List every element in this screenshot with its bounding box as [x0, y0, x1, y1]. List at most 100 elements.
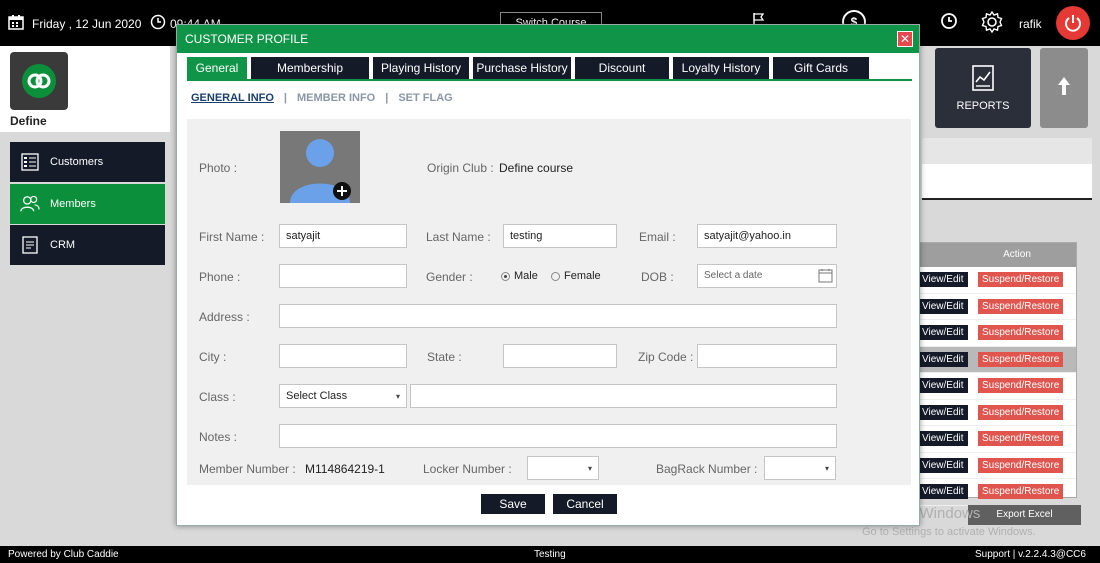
first-name-label: First Name : [199, 230, 265, 244]
suspend-restore-button[interactable]: Suspend/Restore [978, 325, 1064, 341]
arrow-up-icon [1056, 75, 1072, 102]
support-version-text[interactable]: Support | v.2.2.4.3@CC6 [975, 549, 1086, 560]
tab-discount[interactable]: Discount [575, 57, 669, 79]
dob-placeholder: Select a date [704, 270, 763, 281]
suspend-restore-button[interactable]: Suspend/Restore [978, 272, 1064, 288]
document-icon [20, 235, 40, 255]
notes-field[interactable] [279, 424, 837, 448]
gender-male-option[interactable]: Male [501, 270, 538, 282]
tab-purchase-history[interactable]: Purchase History [473, 57, 571, 79]
members-table: Action View/Edit Suspend/Restore View/Edi… [917, 242, 1077, 506]
subtab-member-info[interactable]: MEMBER INFO [297, 92, 375, 104]
sidebar-item-label: Members [50, 198, 96, 210]
profile-tabs: General Membership Playing History Purch… [187, 57, 869, 79]
table-row: View/Edit Suspend/Restore [918, 453, 1076, 479]
view-edit-button[interactable]: View/Edit [918, 457, 968, 473]
phone-field[interactable] [279, 264, 407, 288]
class-label: Class : [199, 390, 236, 404]
gender-label: Gender : [426, 270, 473, 284]
zip-code-field[interactable] [697, 344, 837, 368]
calendar-icon[interactable] [818, 268, 833, 292]
power-icon[interactable] [1056, 6, 1090, 40]
city-field[interactable] [279, 344, 407, 368]
address-field[interactable] [279, 304, 837, 328]
upload-button[interactable] [1040, 48, 1088, 128]
suspend-restore-button[interactable]: Suspend/Restore [978, 404, 1064, 420]
tab-membership[interactable]: Membership [251, 57, 369, 79]
save-button[interactable]: Save [481, 494, 545, 514]
view-edit-button[interactable]: View/Edit [918, 298, 968, 314]
origin-club-value: Define course [499, 161, 574, 175]
last-name-label: Last Name : [426, 230, 491, 244]
tab-loyalty-history[interactable]: Loyalty History [673, 57, 769, 79]
class-detail-field[interactable] [410, 384, 837, 408]
view-edit-button[interactable]: View/Edit [918, 325, 968, 341]
sidebar-item-crm[interactable]: CRM [10, 225, 165, 265]
suspend-restore-button[interactable]: Suspend/Restore [978, 484, 1064, 500]
last-name-field[interactable]: testing [503, 224, 617, 248]
photo-upload[interactable] [280, 131, 360, 203]
date-display: Friday , 12 Jun 2020 [8, 14, 141, 33]
username[interactable]: rafik [1019, 17, 1042, 31]
view-edit-button[interactable]: View/Edit [918, 351, 968, 367]
subtab-separator: | [283, 92, 287, 104]
city-label: City : [199, 350, 227, 364]
table-row: View/Edit Suspend/Restore [918, 294, 1076, 320]
customer-profile-dialog: CUSTOMER PROFILE ✕ General Membership Pl… [176, 24, 920, 526]
view-edit-button[interactable]: View/Edit [918, 484, 968, 500]
state-label: State : [427, 350, 462, 364]
powered-by-text: Powered by Club Caddie [8, 549, 119, 560]
history-icon[interactable] [940, 12, 958, 33]
view-edit-button[interactable]: View/Edit [918, 378, 968, 394]
gear-icon[interactable] [980, 10, 1004, 37]
close-icon[interactable]: ✕ [897, 31, 913, 47]
dob-field[interactable]: Select a date [697, 264, 837, 288]
origin-club-label: Origin Club : [427, 161, 494, 175]
cancel-button[interactable]: Cancel [553, 494, 617, 514]
users-icon [20, 194, 40, 214]
sub-tabs: GENERAL INFO | MEMBER INFO | SET FLAG [191, 92, 453, 104]
locker-number-select[interactable]: ▾ [527, 456, 599, 480]
define-logo-icon[interactable] [10, 52, 68, 110]
bagrack-number-label: BagRack Number : [656, 462, 758, 476]
gender-female-label: Female [564, 270, 601, 282]
tab-gift-cards[interactable]: Gift Cards [773, 57, 869, 79]
view-edit-button[interactable]: View/Edit [918, 431, 968, 447]
bagrack-number-select[interactable]: ▾ [764, 456, 836, 480]
gender-female-option[interactable]: Female [551, 270, 601, 282]
view-edit-button[interactable]: View/Edit [918, 272, 968, 288]
list-icon [20, 152, 40, 172]
email-label: Email : [639, 230, 676, 244]
suspend-restore-button[interactable]: Suspend/Restore [978, 431, 1064, 447]
suspend-restore-button[interactable]: Suspend/Restore [978, 351, 1064, 367]
background-panel [922, 164, 1092, 200]
sidebar-item-customers[interactable]: Customers [10, 142, 165, 182]
subtab-set-flag[interactable]: SET FLAG [398, 92, 452, 104]
first-name-field[interactable]: satyajit [279, 224, 407, 248]
view-edit-button[interactable]: View/Edit [918, 404, 968, 420]
email-field[interactable]: satyajit@yahoo.in [697, 224, 837, 248]
table-row: View/Edit Suspend/Restore [918, 267, 1076, 294]
sidebar-item-members[interactable]: Members [10, 184, 165, 224]
suspend-restore-button[interactable]: Suspend/Restore [978, 378, 1064, 394]
general-info-form: Photo : Origin Club : Define course Firs… [187, 119, 911, 485]
radio-selected-icon [501, 271, 510, 281]
export-excel-button[interactable]: Export Excel [968, 505, 1081, 525]
zip-code-label: Zip Code : [638, 350, 694, 364]
dialog-title: CUSTOMER PROFILE [185, 32, 309, 46]
tab-underline [187, 79, 912, 81]
dob-label: DOB : [641, 270, 674, 284]
clock-icon [150, 14, 166, 33]
suspend-restore-button[interactable]: Suspend/Restore [978, 298, 1064, 314]
dialog-title-bar: CUSTOMER PROFILE ✕ [177, 25, 919, 53]
reports-button[interactable]: REPORTS [935, 48, 1031, 128]
action-column-header: Action [918, 243, 1076, 267]
footer: Powered by Club Caddie Testing Support |… [0, 546, 1100, 563]
suspend-restore-button[interactable]: Suspend/Restore [978, 457, 1064, 473]
class-select[interactable]: Select Class ▾ [279, 384, 407, 408]
tab-playing-history[interactable]: Playing History [373, 57, 469, 79]
state-field[interactable] [503, 344, 617, 368]
member-number-label: Member Number : [199, 462, 296, 476]
subtab-general-info[interactable]: GENERAL INFO [191, 92, 274, 104]
tab-general[interactable]: General [187, 57, 247, 79]
